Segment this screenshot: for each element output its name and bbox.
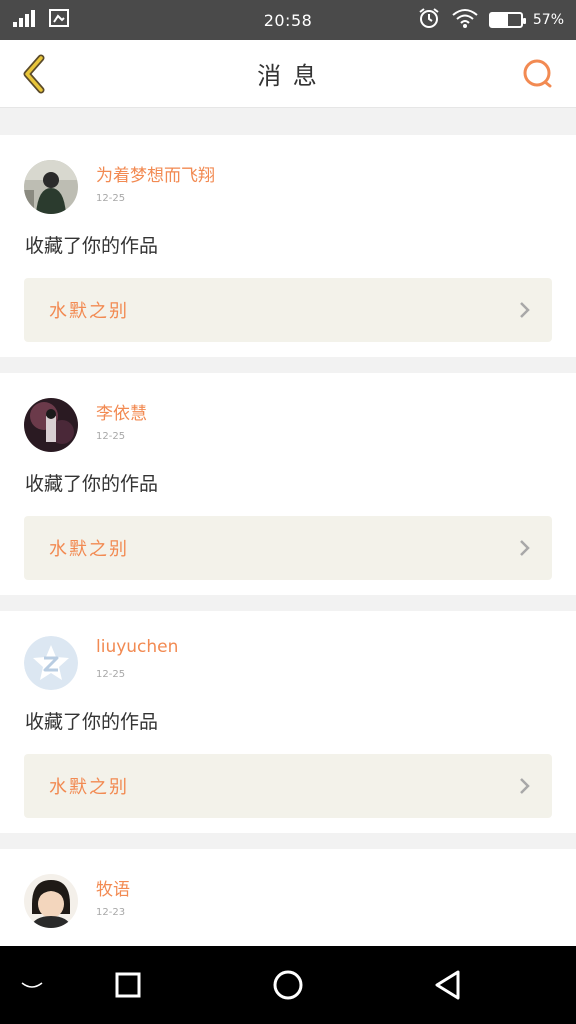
list-item[interactable]: 为着梦想而飞翔 12-25 收藏了你的作品 水默之别	[0, 135, 576, 357]
message-text: 收藏了你的作品	[25, 711, 159, 733]
alarm-icon	[417, 7, 441, 33]
avatar[interactable]	[24, 636, 78, 690]
username[interactable]: liuyuchen	[96, 637, 178, 657]
header: 消 息	[0, 40, 576, 108]
work-link[interactable]: 水默之别	[24, 754, 552, 818]
username[interactable]: 牧语	[96, 875, 130, 900]
wifi-icon	[451, 7, 479, 33]
home-button[interactable]	[268, 965, 308, 1005]
work-link[interactable]: 水默之别	[24, 516, 552, 580]
square-icon	[115, 972, 141, 998]
avatar[interactable]	[24, 874, 78, 928]
message-date: 12-23	[96, 907, 126, 918]
screenshot-icon	[48, 8, 70, 32]
username[interactable]: 李依慧	[96, 399, 147, 424]
status-bar: 20:58 57%	[0, 0, 576, 40]
list-item[interactable]: 牧语 12-23	[0, 849, 576, 946]
list-item[interactable]: liuyuchen 12-25 收藏了你的作品 水默之别	[0, 611, 576, 833]
search-icon	[523, 59, 552, 88]
chevron-right-icon	[520, 778, 530, 794]
navigation-bar	[0, 946, 576, 1024]
list-item[interactable]: 李依慧 12-25 收藏了你的作品 水默之别	[0, 373, 576, 595]
battery-percent: 57%	[532, 12, 564, 28]
back-button[interactable]	[14, 52, 54, 96]
chevron-right-icon	[520, 540, 530, 556]
message-text: 收藏了你的作品	[25, 235, 159, 257]
message-date: 12-25	[96, 431, 126, 442]
work-title: 水默之别	[49, 301, 129, 322]
back-chevron-icon	[23, 54, 45, 94]
message-date: 12-25	[96, 193, 126, 204]
page-title: 消 息	[257, 62, 319, 90]
status-right: 57%	[417, 7, 564, 33]
message-text: 收藏了你的作品	[25, 473, 159, 495]
chevron-right-icon	[520, 302, 530, 318]
back-nav-button[interactable]	[428, 965, 468, 1005]
status-time: 20:58	[263, 10, 313, 30]
recents-button[interactable]	[108, 965, 148, 1005]
search-button[interactable]	[520, 56, 556, 92]
triangle-back-icon	[435, 970, 460, 1000]
circle-icon	[273, 970, 303, 1000]
work-title: 水默之别	[49, 539, 129, 560]
hide-keyboard-button[interactable]	[12, 965, 52, 1005]
message-list[interactable]: 为着梦想而飞翔 12-25 收藏了你的作品 水默之别 李依慧 12-25 收藏了…	[0, 120, 576, 946]
work-title: 水默之别	[49, 777, 129, 798]
message-date: 12-25	[96, 669, 126, 680]
avatar[interactable]	[24, 398, 78, 452]
avatar[interactable]	[24, 160, 78, 214]
work-link[interactable]: 水默之别	[24, 278, 552, 342]
battery-icon	[488, 12, 526, 28]
signal-icon	[12, 8, 38, 32]
chevron-down-icon	[21, 982, 43, 988]
username[interactable]: 为着梦想而飞翔	[96, 161, 215, 186]
status-left	[12, 8, 70, 32]
